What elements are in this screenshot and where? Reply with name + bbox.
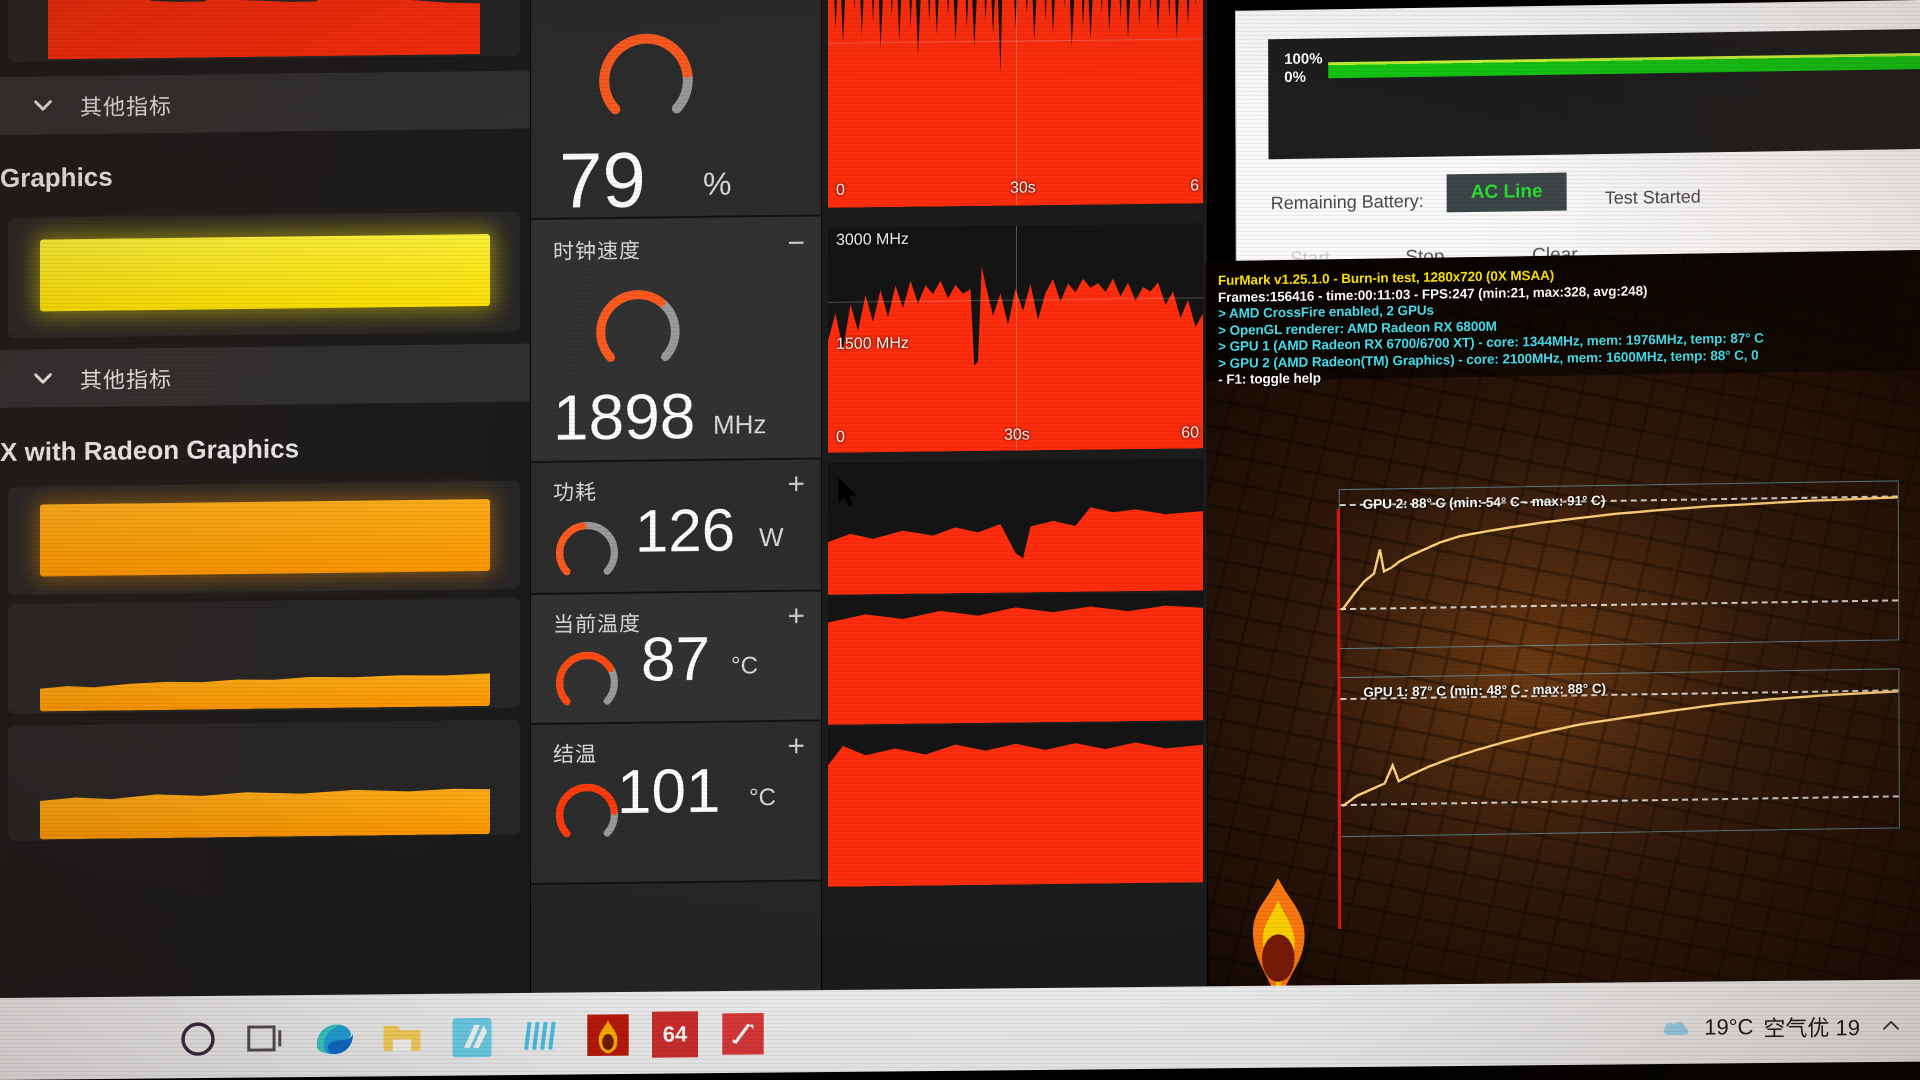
monitor-screen: 其他指标 Graphics 其他指标 X with Radeon Graphic…	[0, 0, 1920, 1080]
test-status-label: Test Started	[1604, 186, 1701, 208]
gauge-clock-speed	[589, 276, 687, 375]
metric-collapse-toggle[interactable]: −	[787, 227, 805, 260]
metric-value: 101	[617, 756, 721, 827]
cloud-icon[interactable]	[1660, 1015, 1694, 1041]
system-tray: 19°C 空气优 19	[1660, 1010, 1902, 1044]
tray-temperature[interactable]: 19°C	[1704, 1014, 1753, 1040]
metric-unit: MHz	[713, 409, 767, 440]
graph-area-fill	[828, 592, 1203, 725]
chevron-down-icon	[34, 100, 52, 111]
search-icon[interactable]	[175, 1016, 221, 1062]
section-other-metrics-2[interactable]: 其他指标	[0, 343, 530, 408]
windows-taskbar: 64 19°C 空气优 19	[0, 979, 1920, 1080]
graph-y-mid-label: 1500 MHz	[836, 334, 909, 353]
metric-value: 126	[635, 496, 736, 565]
metric-collapse-toggle[interactable]: +	[787, 468, 805, 501]
page-heading-graphics: Graphics	[0, 161, 113, 193]
battery-test-window: 100% 0% Remaining Battery: AC Line Test …	[1234, 0, 1920, 281]
furmark-icon[interactable]	[585, 1012, 631, 1058]
battery-axis-max: 100%	[1284, 50, 1323, 68]
adrenalin-metrics-panel: 其他指标 Graphics 其他指标 X with Radeon Graphic…	[0, 0, 530, 1000]
metric-graph-fill	[40, 668, 490, 711]
metric-bar-fill	[40, 499, 490, 577]
graph-area-fill	[828, 722, 1203, 887]
metric-row-clock-speed[interactable]: 时钟速度 − 1898 MHz	[531, 216, 821, 463]
battery-graph: 100% 0%	[1268, 28, 1920, 160]
chevron-down-icon	[34, 373, 52, 384]
power-source-badge: AC Line	[1446, 172, 1567, 213]
section-label: 其他指标	[80, 93, 173, 121]
metric-bar-card-orange	[8, 480, 520, 595]
file-explorer-icon[interactable]	[379, 1014, 425, 1060]
metric-graph-card	[8, 0, 520, 62]
metric-row-junction-temp[interactable]: 结温 + 101 °C	[531, 721, 821, 885]
graph-clock-speed: 3000 MHz 1500 MHz 0 30s 60	[828, 223, 1203, 453]
gauge-junction-temp	[551, 774, 623, 847]
metric-unit: %	[703, 165, 732, 202]
graph-y-max-label: 3000 MHz	[836, 230, 909, 249]
furmark-window: 100% 0% Remaining Battery: AC Line Test …	[1205, 0, 1920, 1012]
gauge-power	[551, 512, 623, 585]
graph-x-start-label: 0	[836, 428, 845, 446]
graph-gridline	[1015, 225, 1017, 451]
furmark-render-view[interactable]: FurMark v1.25.1.0 - Burn-in test, 1280x7…	[1205, 249, 1920, 1012]
chevron-up-icon[interactable]	[1880, 1015, 1902, 1037]
graph-power	[828, 458, 1203, 595]
graph-x-mid-label: 30s	[1010, 179, 1036, 197]
graph-x-start-label: 0	[836, 181, 845, 199]
metric-unit: °C	[731, 652, 758, 680]
cpuz-64-icon[interactable]: 64	[652, 1011, 698, 1058]
metric-label: 结温	[553, 743, 597, 767]
metric-graph-fill	[48, 0, 480, 59]
metric-label: 功耗	[553, 481, 597, 505]
graph-x-mid-label: 30s	[1004, 426, 1030, 444]
battery-axis-min: 0%	[1284, 68, 1306, 86]
edge-icon[interactable]	[310, 1015, 356, 1061]
adrenalin-icon[interactable]	[449, 1013, 495, 1059]
graph-area-fill	[828, 458, 1203, 595]
graph-gpu-utilization: 100 % 50 % 0 30s 6	[828, 0, 1203, 208]
metric-bar-fill	[40, 234, 490, 312]
metric-unit: W	[759, 521, 784, 553]
tray-air-quality[interactable]: 空气优 19	[1763, 1010, 1860, 1043]
metric-value: 79	[559, 135, 646, 225]
graph-junction-temp	[828, 722, 1203, 887]
gauge-current-temp	[551, 642, 623, 715]
metric-bar-card-yellow	[8, 211, 520, 338]
app-icon[interactable]	[720, 1011, 766, 1057]
section-other-metrics-1[interactable]: 其他指标	[0, 70, 530, 135]
battery-level-line	[1328, 52, 1920, 79]
task-view-icon[interactable]	[243, 1015, 289, 1061]
page-heading-apu: X with Radeon Graphics	[0, 433, 300, 467]
furmark-info-overlay: FurMark v1.25.1.0 - Burn-in test, 1280x7…	[1218, 264, 1764, 388]
graph-current-temp	[828, 592, 1203, 725]
metric-unit: °C	[749, 784, 776, 812]
metric-collapse-toggle[interactable]: +	[787, 600, 805, 633]
metric-graph-card-orange	[8, 597, 520, 714]
metric-row-gpu-utilization[interactable]: 79 %	[531, 0, 821, 225]
rainmeter-icon[interactable]	[518, 1013, 564, 1059]
graph-x-end-label: 6	[1190, 177, 1199, 195]
metric-label: 当前温度	[553, 612, 641, 637]
metric-row-current-temp[interactable]: 当前温度 + 87 °C	[531, 591, 821, 725]
mouse-cursor	[838, 478, 858, 507]
graph-gridline	[1015, 0, 1017, 206]
metric-label: 时钟速度	[553, 239, 641, 264]
metric-value: 87	[641, 624, 710, 695]
gauge-metrics-panel: 79 % 时钟速度 − 1898 MHz 功耗 + 126 W 当前温度 + 8…	[531, 0, 821, 1001]
metric-value: 1898	[553, 379, 696, 454]
gauge-gpu-utilization	[591, 18, 701, 129]
section-label: 其他指标	[80, 366, 173, 394]
metric-graph-card-orange-2	[8, 719, 520, 841]
remaining-battery-label: Remaining Battery:	[1270, 190, 1424, 214]
metric-collapse-toggle[interactable]: +	[787, 730, 805, 763]
graph-x-end-label: 60	[1181, 424, 1199, 442]
metric-row-power[interactable]: 功耗 + 126 W	[531, 459, 821, 595]
metric-graphs-panel: 100 % 50 % 0 30s 6 3000 MHz 1500 MHz 0 3…	[822, 0, 1207, 1001]
metric-graph-fill	[40, 782, 490, 839]
